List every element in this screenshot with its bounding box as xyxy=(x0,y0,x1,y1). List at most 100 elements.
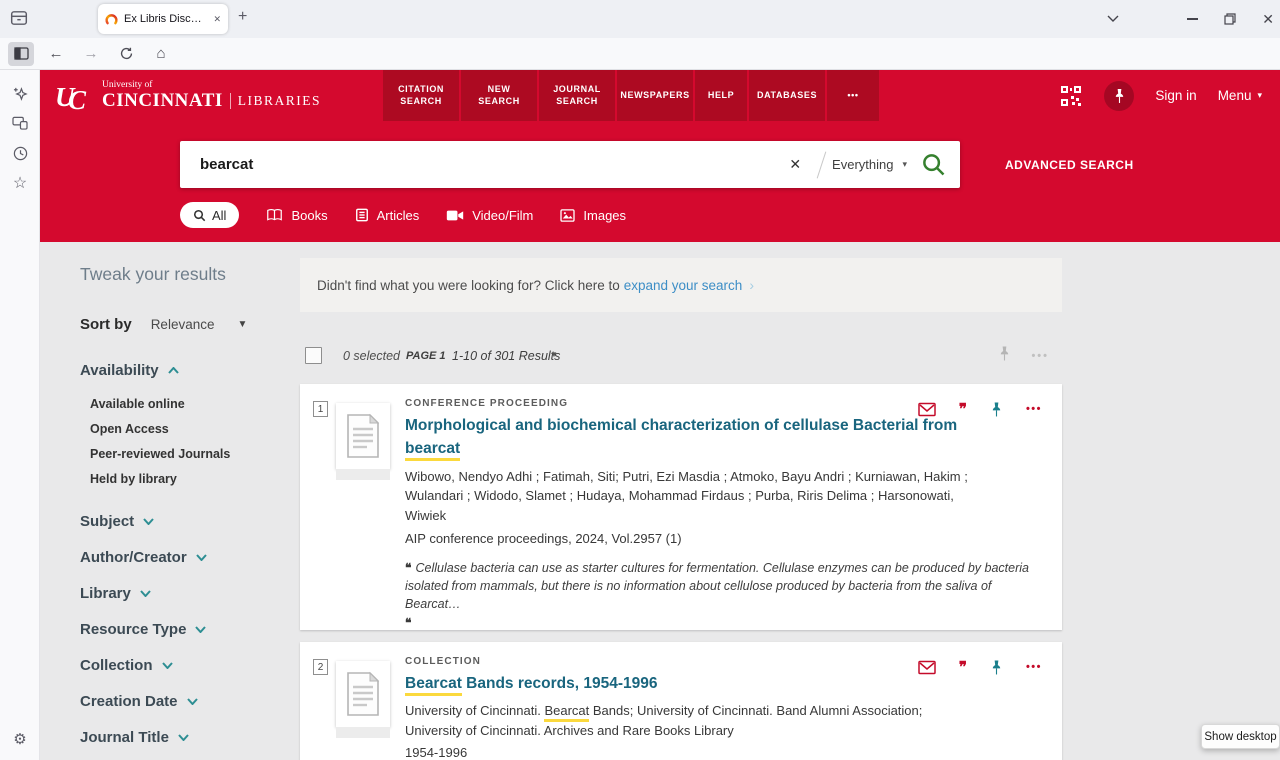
sign-in-button[interactable]: Sign in xyxy=(1155,88,1196,103)
citation-action-icon[interactable]: ❞ xyxy=(959,400,967,418)
thumbnail-reflection xyxy=(336,727,390,738)
facet-resource-type[interactable]: Resource Type xyxy=(80,621,295,638)
video-camera-icon xyxy=(446,209,464,222)
result-thumbnail[interactable] xyxy=(336,403,390,469)
facet-subject[interactable]: Subject xyxy=(80,513,295,530)
result-authors[interactable]: Wibowo, Nendyo Adhi ; Fatimah, Siti; Put… xyxy=(405,467,980,526)
minimize-button[interactable] xyxy=(1187,18,1198,20)
menu-button[interactable]: Menu ▾ xyxy=(1218,88,1262,103)
pin-action-icon[interactable] xyxy=(990,401,1003,418)
facet-author[interactable]: Author/Creator xyxy=(80,549,295,566)
browser-tab[interactable]: Ex Libris Discovery - bearcat ✕ xyxy=(98,4,228,34)
result-number: 1 xyxy=(313,401,328,417)
menu-caret-icon: ▾ xyxy=(1257,90,1262,101)
synced-tabs-icon[interactable] xyxy=(0,108,40,138)
filter-pill-articles[interactable]: Articles xyxy=(355,208,420,223)
pin-action-icon[interactable] xyxy=(990,659,1003,676)
nav-journal-search[interactable]: JOURNAL SEARCH xyxy=(539,70,615,121)
results-more-icon[interactable]: ••• xyxy=(1031,350,1049,362)
history-icon[interactable] xyxy=(0,138,40,168)
svg-text:C: C xyxy=(68,85,87,113)
facet-library[interactable]: Library xyxy=(80,585,295,602)
citation-action-icon[interactable]: ❞ xyxy=(959,658,967,676)
email-action-icon[interactable] xyxy=(918,402,936,417)
sort-control[interactable]: Sort by Relevance ▼ xyxy=(80,316,295,333)
search-filter-pills: All Books Articles Video/Film Images xyxy=(180,202,626,228)
chevron-down-icon xyxy=(143,518,154,525)
filter-pill-images[interactable]: Images xyxy=(560,208,626,223)
tab-close-icon[interactable]: ✕ xyxy=(213,14,221,25)
tab-list-caret-icon[interactable] xyxy=(1107,14,1119,22)
search-box: bearcat ✕ Everything ▾ xyxy=(180,141,960,188)
close-window-button[interactable]: ✕ xyxy=(1262,11,1274,28)
chevron-down-icon xyxy=(162,662,173,669)
document-page-icon xyxy=(346,413,380,459)
result-source: AIP conference proceedings, 2024, Vol.29… xyxy=(405,529,980,549)
more-actions-icon[interactable]: ••• xyxy=(1026,403,1042,415)
email-action-icon[interactable] xyxy=(918,660,936,675)
brand-division: LIBRARIES xyxy=(238,93,321,109)
nav-new-search[interactable]: NEW SEARCH xyxy=(461,70,537,121)
nav-help[interactable]: HELP xyxy=(695,70,747,121)
highlighted-term: bearcat xyxy=(405,440,460,461)
sort-label: Sort by xyxy=(80,316,132,333)
facet-availability[interactable]: Availability xyxy=(80,362,295,379)
pin-page-icon[interactable] xyxy=(998,345,1011,362)
results-count-dropdown[interactable]: 1-10 of 301 Results xyxy=(452,349,560,363)
filter-pill-video[interactable]: Video/Film xyxy=(446,208,533,223)
clear-search-icon[interactable]: ✕ xyxy=(779,156,811,173)
facet-open-access[interactable]: Open Access xyxy=(90,417,295,442)
restore-button[interactable] xyxy=(1224,13,1236,25)
uc-monogram-icon: U C xyxy=(55,79,93,113)
qr-code-icon[interactable] xyxy=(1059,84,1083,108)
result-number: 2 xyxy=(313,659,328,675)
sort-caret-icon: ▼ xyxy=(237,319,247,330)
result-title-link[interactable]: Morphological and biochemical characteri… xyxy=(405,414,1037,461)
back-button[interactable]: ← xyxy=(43,42,69,66)
new-tab-button[interactable]: + xyxy=(238,8,247,26)
refine-sidebar: Tweak your results Sort by Relevance ▼ A… xyxy=(80,264,295,760)
brand-university-of: University of xyxy=(102,80,321,90)
result-thumbnail[interactable] xyxy=(336,661,390,727)
firefox-view-icon[interactable] xyxy=(10,9,28,27)
bookmarks-icon[interactable]: ☆ xyxy=(0,168,40,198)
results-toolbar: 0 selected PAGE 1 1-10 of 301 Results ▼ … xyxy=(300,344,1062,370)
filter-pill-all[interactable]: All xyxy=(180,202,239,228)
search-input[interactable]: bearcat xyxy=(180,156,779,173)
search-scope-dropdown[interactable]: Everything ▾ xyxy=(832,157,907,172)
facet-creation-date[interactable]: Creation Date xyxy=(80,693,295,710)
facet-available-online[interactable]: Available online xyxy=(90,392,295,417)
settings-gear-icon[interactable]: ⚙ xyxy=(0,724,40,754)
forward-button[interactable]: → xyxy=(78,42,104,66)
ai-chat-icon[interactable] xyxy=(0,78,40,108)
nav-citation-search[interactable]: CITATION SEARCH xyxy=(383,70,459,121)
quote-close-icon: ❝ xyxy=(405,615,1033,632)
chevron-down-icon xyxy=(140,590,151,597)
nav-more[interactable]: ••• xyxy=(827,70,879,121)
image-icon xyxy=(560,209,575,222)
facet-collection[interactable]: Collection xyxy=(80,657,295,674)
sidebar-toggle-icon[interactable] xyxy=(8,42,34,66)
pinned-items-button[interactable] xyxy=(1104,81,1134,111)
filter-pill-books[interactable]: Books xyxy=(266,208,327,223)
result-item-2: 2 ❞ ••• COLLECTION Bearcat Bands records… xyxy=(300,642,1062,760)
nav-databases[interactable]: DATABASES xyxy=(749,70,825,121)
select-all-checkbox[interactable] xyxy=(305,347,322,364)
uc-libraries-logo[interactable]: U C University of CINCINNATI LIBRARIES xyxy=(55,70,321,121)
advanced-search-link[interactable]: ADVANCED SEARCH xyxy=(1005,158,1134,172)
tab-title: Ex Libris Discovery - bearcat xyxy=(124,13,207,25)
facet-journal-title[interactable]: Journal Title xyxy=(80,729,295,746)
main-nav: CITATION SEARCH NEW SEARCH JOURNAL SEARC… xyxy=(383,70,879,121)
home-button[interactable]: ⌂ xyxy=(148,42,174,66)
facet-held-by-library[interactable]: Held by library xyxy=(90,467,295,492)
search-divider xyxy=(817,151,827,178)
expand-search-link[interactable]: expand your search xyxy=(624,278,743,293)
facet-peer-reviewed[interactable]: Peer-reviewed Journals xyxy=(90,442,295,467)
result-date: 1954-1996 xyxy=(405,743,980,760)
nav-newspapers[interactable]: NEWSPAPERS xyxy=(617,70,693,121)
more-actions-icon[interactable]: ••• xyxy=(1026,661,1042,673)
quote-open-icon: ❝ xyxy=(405,561,411,575)
search-submit-button[interactable] xyxy=(921,152,946,177)
reload-button[interactable] xyxy=(113,42,139,66)
expand-search-banner: Didn't find what you were looking for? C… xyxy=(300,258,1062,312)
